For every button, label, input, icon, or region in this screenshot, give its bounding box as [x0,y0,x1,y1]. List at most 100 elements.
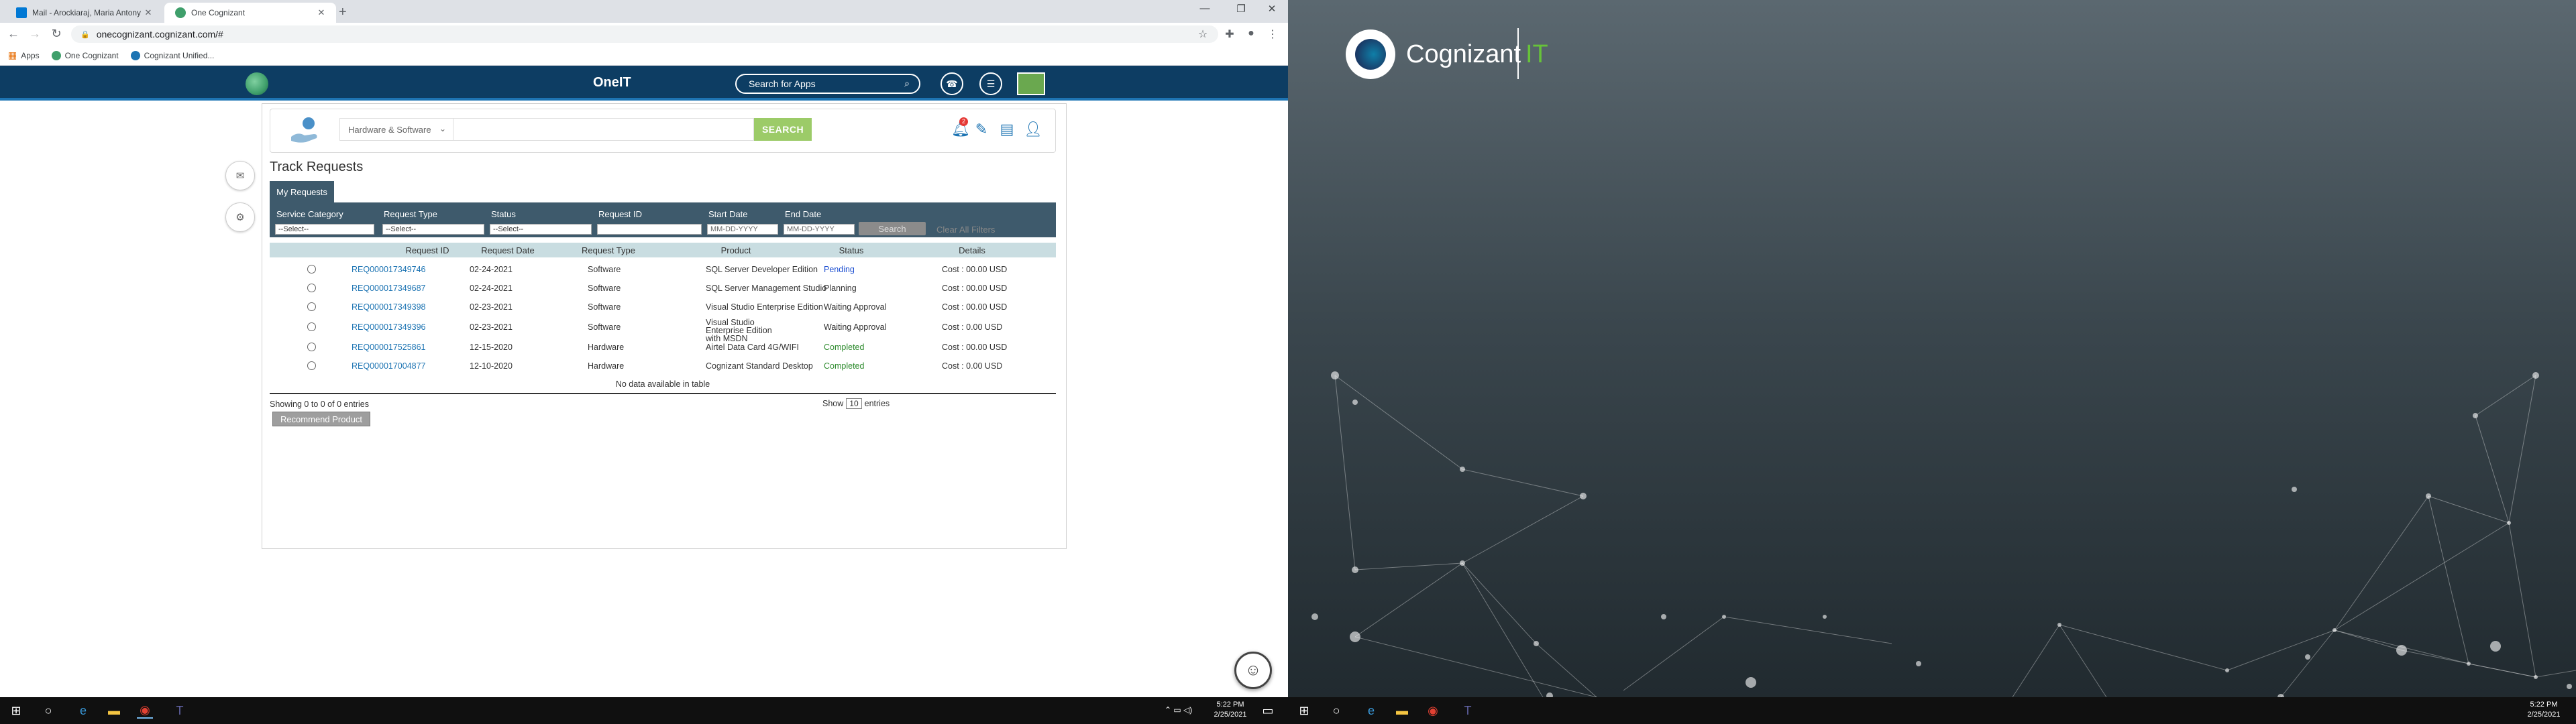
chrome-icon[interactable]: ◉ [1425,703,1441,719]
cognizant-logo-icon[interactable] [246,72,268,95]
notification-badge: 2 [959,117,968,126]
recommend-product-button[interactable]: Recommend Product [272,412,370,426]
service-category-label: Service Category [276,209,343,219]
request-id-link[interactable]: REQ000017349398 [352,302,426,312]
clipboard-icon[interactable]: ▤ [998,121,1016,138]
clock[interactable]: 5:22 PM 2/25/2021 [1203,700,1257,720]
request-id-link[interactable]: REQ000017349687 [352,284,426,293]
page-size-select[interactable]: 10 [846,398,862,409]
request-id-link[interactable]: REQ000017349396 [352,322,426,332]
request-id-link[interactable]: REQ000017004877 [352,361,426,371]
category-dropdown[interactable]: Hardware & Software ⌄ [339,118,453,141]
bookmark-cognizant-unified[interactable]: Cognizant Unified... [130,50,215,60]
cortana-icon[interactable]: ○ [1328,703,1344,719]
product: Cognizant Standard Desktop [706,361,813,371]
col-details[interactable]: Details [928,245,1016,255]
network-wallpaper [1311,371,2576,697]
row-radio[interactable] [307,322,316,331]
support-icon[interactable]: ☎ [941,72,963,95]
edit-icon[interactable]: ✎ [973,121,990,138]
bookmark-label: Cognizant Unified... [144,50,215,60]
row-radio[interactable] [307,284,316,292]
col-request-type[interactable]: Request Type [558,245,659,255]
edge-icon[interactable]: e [75,703,91,719]
search-icon[interactable]: ⌕ [904,78,910,89]
windows-start-icon[interactable]: ⊞ [1296,703,1312,719]
row-radio[interactable] [307,265,316,274]
teams-icon[interactable]: T [172,703,188,719]
tab-one-cognizant[interactable]: One Cognizant ✕ [164,3,336,23]
clock[interactable]: 5:22 PM 2/25/2021 [2517,700,2571,720]
gsd-icon[interactable]: ⚙ [225,202,255,232]
search-button[interactable]: SEARCH [754,118,812,141]
close-icon[interactable]: ✕ [316,7,327,18]
start-date-input[interactable]: MM-DD-YYYY [707,224,778,235]
col-product[interactable]: Product [692,245,780,255]
filter-search-button[interactable]: Search [859,222,926,235]
service-category-select[interactable]: --Select-- [275,224,374,235]
bookmark-label: One Cognizant [64,50,119,60]
star-icon[interactable]: ☆ [1195,27,1210,41]
file-explorer-icon[interactable]: ▬ [1394,703,1410,719]
pagination-info: Showing 0 to 0 of 0 entries [270,400,370,409]
request-id-link[interactable]: REQ000017349746 [352,265,426,274]
details: Cost : 00.00 USD [942,302,1008,312]
category-value: Hardware & Software [348,124,431,135]
col-status[interactable]: Status [808,245,895,255]
back-icon[interactable]: ← [5,27,21,41]
chrome-icon[interactable]: ◉ [137,703,153,719]
tray-icons[interactable]: ⌃ ▭ ◁) [1165,705,1192,715]
close-window-icon[interactable]: ✕ [1258,3,1285,15]
bookmark-one-cognizant[interactable]: One Cognizant [51,50,119,60]
restore-icon[interactable]: ❐ [1228,3,1254,15]
feedback-icon[interactable]: ✉ [225,161,255,190]
reload-icon[interactable]: ↻ [48,27,64,41]
show-label: Show [822,399,844,408]
wallpaper-suffix: IT [1525,40,1548,68]
tab-my-requests[interactable]: My Requests [270,181,334,202]
catalog-icon[interactable]: ☰ [979,72,1002,95]
table-row: REQ000017349398 02-23-2021 Software Visu… [270,298,1056,316]
table-row: REQ000017349746 02-24-2021 Software SQL … [270,260,1056,279]
clear-filters-link[interactable]: Clear All Filters [936,225,995,235]
request-id-link[interactable]: REQ000017525861 [352,343,426,352]
request-id-input[interactable] [597,224,702,235]
file-explorer-icon[interactable]: ▬ [106,703,122,719]
extensions-icon[interactable]: ✚ [1222,27,1237,41]
windows-start-icon[interactable]: ⊞ [8,703,24,719]
product: Airtel Data Card 4G/WIFI [706,343,799,352]
cortana-icon[interactable]: ○ [40,703,56,719]
address-bar[interactable]: 🔒 onecognizant.cognizant.com/# [71,25,1218,43]
user-avatar[interactable] [1017,72,1045,95]
new-tab-icon[interactable]: + [339,5,347,19]
bookmarks-bar: ▦ Apps One Cognizant Cognizant Unified..… [0,46,1288,66]
row-radio[interactable] [307,343,316,351]
chatbot-icon[interactable]: ☺ [1234,652,1272,689]
status-select[interactable]: --Select-- [490,224,592,235]
start-date-label: Start Date [708,209,748,219]
status-label: Status [491,209,516,219]
forward-icon[interactable]: → [27,27,43,41]
user-menu-icon[interactable]: 👤︎ [1024,121,1042,138]
request-type: Software [588,322,621,332]
request-type-select[interactable]: --Select-- [382,224,484,235]
row-radio[interactable] [307,361,316,370]
product: SQL Server Management Studio [706,284,827,293]
edge-icon[interactable]: e [1363,703,1379,719]
row-radio[interactable] [307,302,316,311]
close-icon[interactable]: ✕ [143,7,154,18]
request-search-input[interactable] [453,118,754,141]
col-request-id[interactable]: Request ID [388,245,467,255]
details: Cost : 00.00 USD [942,343,1008,352]
notifications-icon[interactable]: ▭ [1260,703,1276,719]
bookmark-apps[interactable]: ▦ Apps [8,50,40,61]
end-date-input[interactable]: MM-DD-YYYY [784,224,855,235]
status-waiting: Waiting Approval [824,322,887,332]
teams-icon[interactable]: T [1460,703,1476,719]
tab-mail[interactable]: Mail - Arockiaraj, Maria Antony ( ✕ [5,3,163,23]
menu-icon[interactable]: ⋮ [1265,27,1280,41]
minimize-icon[interactable]: — [1191,3,1218,14]
profile-icon[interactable]: ● [1244,27,1258,40]
col-request-date[interactable]: Request Date [464,245,551,255]
app-search-input[interactable]: Search for Apps ⌕ [735,74,920,94]
